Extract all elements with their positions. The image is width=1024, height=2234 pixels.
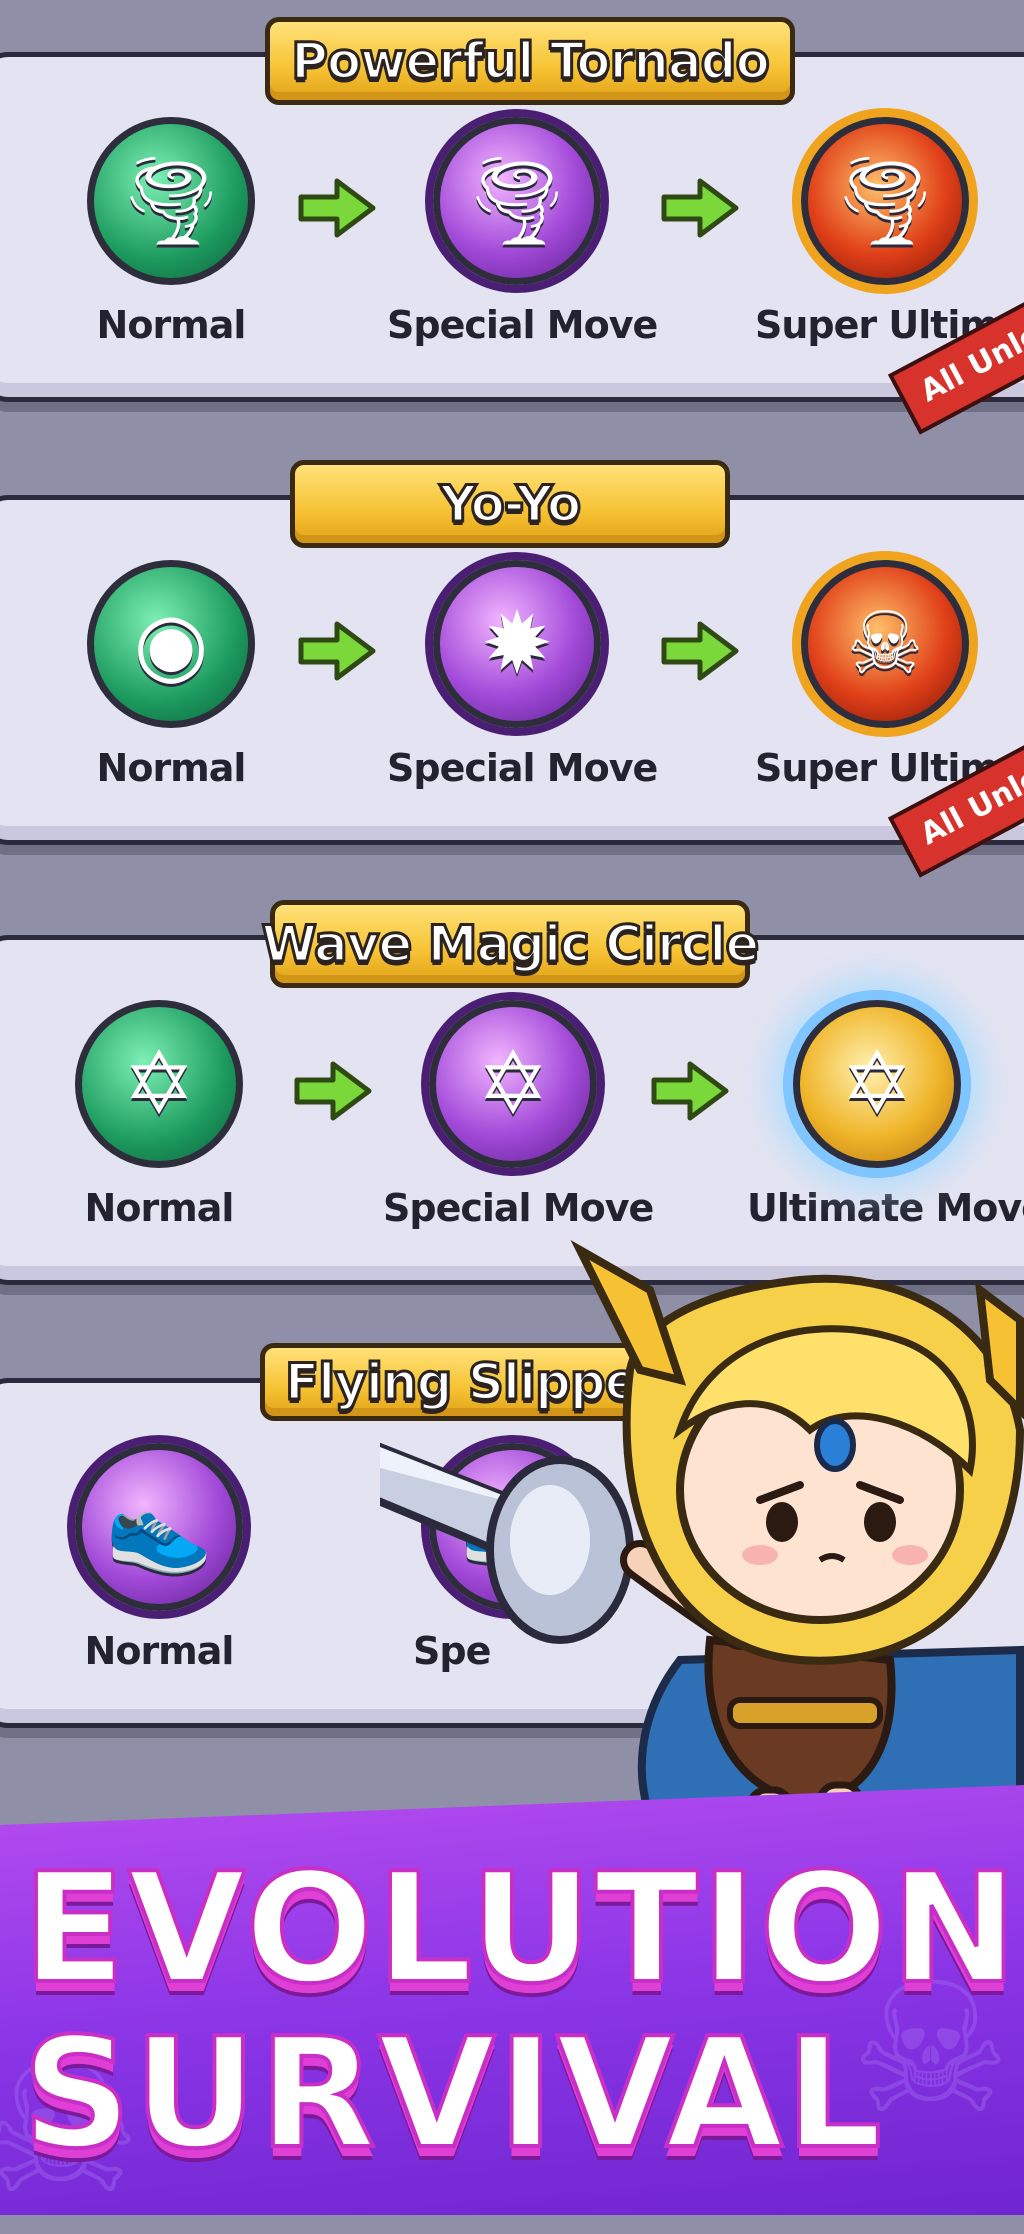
- yoyo-icon: ◉: [87, 560, 255, 728]
- stage-label: Special Move: [387, 303, 658, 347]
- stage-label: Normal: [96, 746, 247, 790]
- spiked-ball-icon: ✹: [433, 560, 601, 728]
- arrow-right-icon: [651, 1061, 729, 1121]
- stage-super-ultimate[interactable]: 🌪 Super Ultimate: [755, 117, 1024, 347]
- stage-special-move[interactable]: ✹ Special Move: [387, 560, 658, 790]
- skill-title: Yo-Yo: [438, 474, 582, 535]
- stage-label: Special Move: [387, 746, 658, 790]
- skill-title-banner: Powerful Tornado: [265, 17, 795, 105]
- arrow-right-icon: [661, 621, 739, 681]
- hexagram-icon: ✡: [793, 1000, 961, 1168]
- skill-card-yo-yo: Yo-Yo ◉ Normal ✹ Special Move ☠ Super Ul…: [0, 460, 1024, 878]
- stage-special-move[interactable]: 🌪 Special Move: [387, 117, 658, 347]
- arrow-right-icon: [661, 178, 739, 238]
- skill-title: Wave Magic Circle: [260, 914, 761, 975]
- stage-ultimate-move[interactable]: ✡ Ultimate Move: [747, 1000, 1024, 1230]
- hexagram-icon: ✡: [429, 1000, 597, 1168]
- stage-label: Special Move: [383, 1186, 654, 1230]
- arrow-right-icon: [298, 621, 376, 681]
- skill-title: Powerful Tornado: [290, 31, 772, 92]
- slipper-icon: 👟: [75, 1443, 243, 1611]
- stage-normal[interactable]: ✡ Normal: [29, 1000, 289, 1230]
- tornado-icon: 🌪: [433, 117, 601, 285]
- stage-label: Normal: [84, 1186, 235, 1230]
- dark-tornado-icon: 🌪: [801, 117, 969, 285]
- stage-label: Normal: [84, 1629, 235, 1673]
- stage-normal[interactable]: 🌪 Normal: [41, 117, 301, 347]
- headline-line-1: EVOLUTION: [20, 1838, 1020, 2019]
- stage-special-move[interactable]: ✡ Special Move: [383, 1000, 654, 1230]
- skill-title-banner: Yo-Yo: [290, 460, 730, 548]
- skill-title-banner: Wave Magic Circle: [260, 900, 761, 988]
- arrow-right-icon: [294, 1061, 372, 1121]
- skull-icon: ☠: [801, 560, 969, 728]
- stage-label: Ultimate Move: [747, 1186, 1024, 1230]
- tornado-icon: 🌪: [87, 117, 255, 285]
- stage-normal[interactable]: ◉ Normal: [41, 560, 301, 790]
- headline-line-2: SURVIVAL: [20, 2003, 884, 2184]
- stage-label: Normal: [96, 303, 247, 347]
- arrow-right-icon: [298, 178, 376, 238]
- stage-super-ultimate[interactable]: ☠ Super Ultimate: [755, 560, 1024, 790]
- stage-normal[interactable]: 👟 Normal: [29, 1443, 289, 1673]
- hexagram-icon: ✡: [75, 1000, 243, 1168]
- skill-card-powerful-tornado: Powerful Tornado 🌪 Normal 🌪 Special Move…: [0, 17, 1024, 435]
